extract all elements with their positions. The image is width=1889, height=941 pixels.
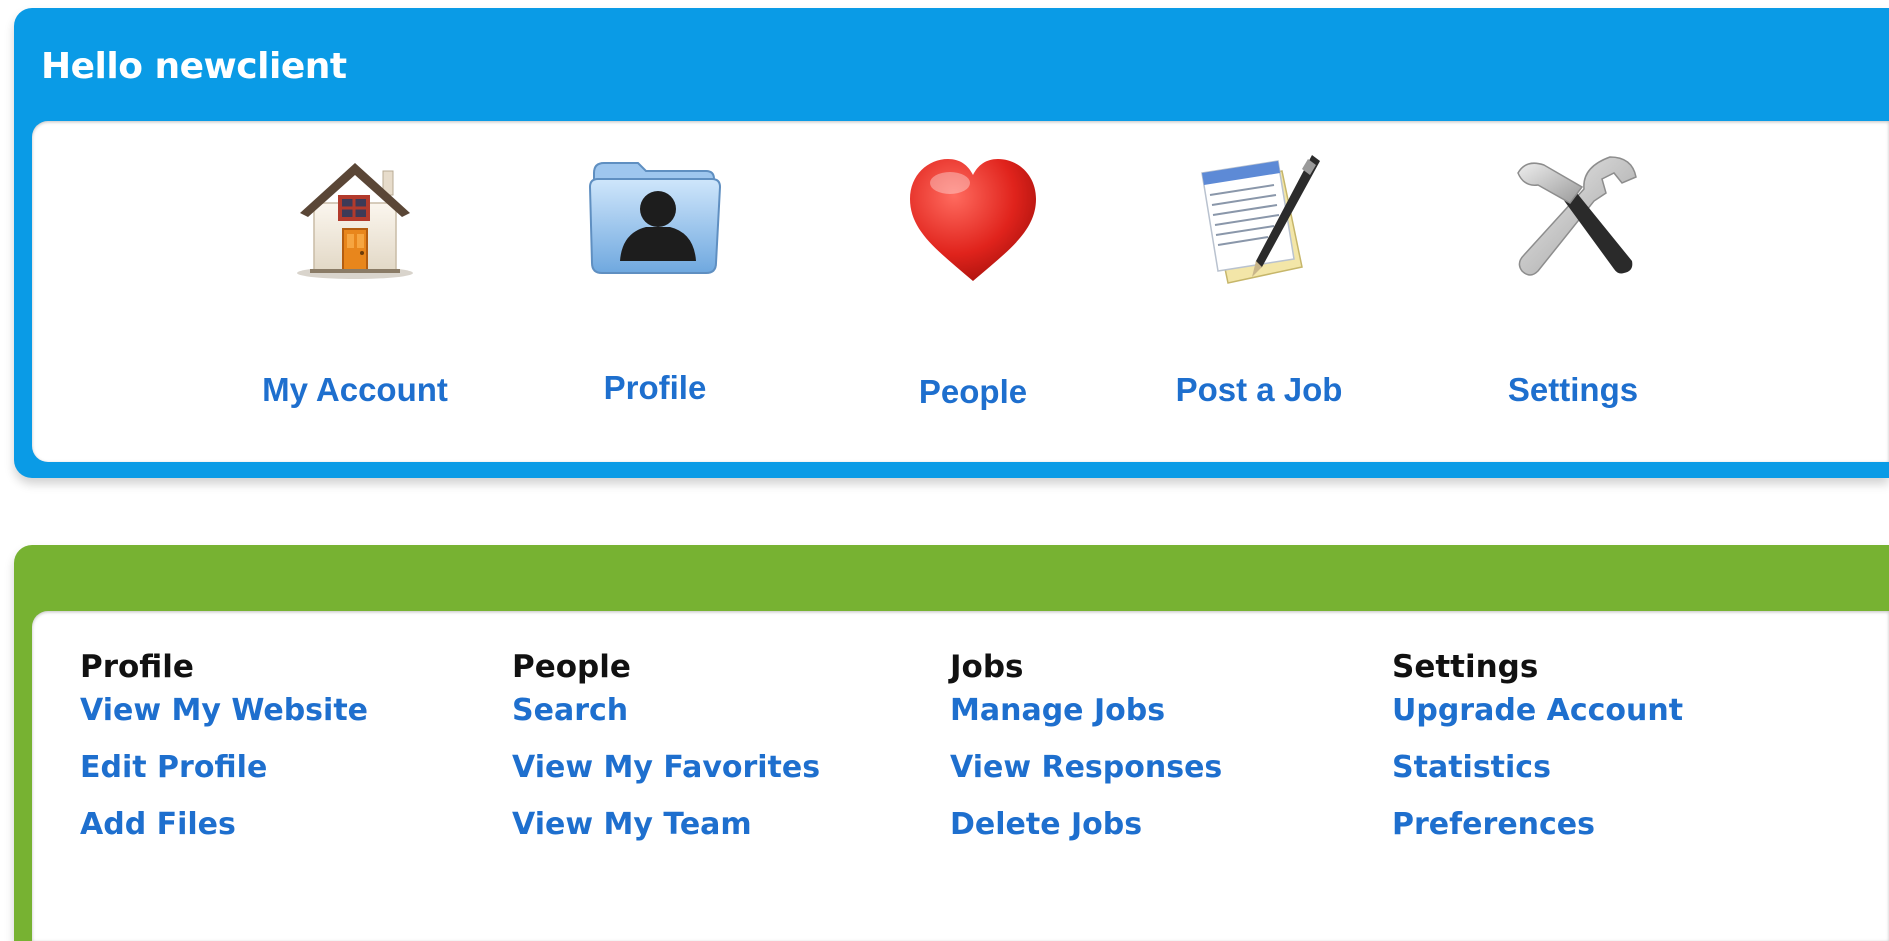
heart-icon xyxy=(910,159,1036,281)
nav-people[interactable]: People xyxy=(843,121,1103,462)
links-panel: Profile View My Website Edit Profile Add… xyxy=(14,545,1889,941)
link-statistics[interactable]: Statistics xyxy=(1392,750,1683,785)
profile-folder-icon xyxy=(588,162,722,274)
column-settings: Settings Upgrade Account Statistics Pref… xyxy=(1392,649,1683,864)
link-preferences[interactable]: Preferences xyxy=(1392,807,1683,842)
nav-label: Profile xyxy=(603,369,707,406)
nav-settings[interactable]: Settings xyxy=(1443,121,1703,462)
column-people: People Search View My Favorites View My … xyxy=(512,649,820,864)
links-container: Profile View My Website Edit Profile Add… xyxy=(32,611,1889,941)
nav-profile[interactable]: Profile xyxy=(525,121,785,462)
nav-my-account[interactable]: My Account xyxy=(225,121,485,462)
nav-label: My Account xyxy=(262,371,448,408)
column-heading: People xyxy=(512,649,631,685)
nav-label: People xyxy=(918,373,1028,410)
link-view-responses[interactable]: View Responses xyxy=(950,750,1222,785)
link-add-files[interactable]: Add Files xyxy=(80,807,368,842)
document-pen-icon xyxy=(1201,155,1320,284)
nav-label: Settings xyxy=(1507,371,1639,408)
link-view-my-website[interactable]: View My Website xyxy=(80,693,368,728)
column-heading: Jobs xyxy=(950,649,1024,685)
column-jobs: Jobs Manage Jobs View Responses Delete J… xyxy=(950,649,1222,864)
tools-icon xyxy=(1517,156,1637,276)
column-profile: Profile View My Website Edit Profile Add… xyxy=(80,649,368,864)
column-heading: Settings xyxy=(1392,649,1539,685)
link-edit-profile[interactable]: Edit Profile xyxy=(80,750,368,785)
link-upgrade-account[interactable]: Upgrade Account xyxy=(1392,693,1683,728)
greeting-title: Hello newclient xyxy=(41,46,347,87)
link-delete-jobs[interactable]: Delete Jobs xyxy=(950,807,1222,842)
nav-post-a-job[interactable]: Post a Job xyxy=(1129,121,1389,462)
link-search[interactable]: Search xyxy=(512,693,820,728)
link-view-my-team[interactable]: View My Team xyxy=(512,807,820,842)
link-view-my-favorites[interactable]: View My Favorites xyxy=(512,750,820,785)
link-manage-jobs[interactable]: Manage Jobs xyxy=(950,693,1222,728)
house-icon xyxy=(297,163,413,279)
column-heading: Profile xyxy=(80,649,194,685)
quick-nav-panel: Hello newclient My Account Profile Peopl… xyxy=(14,8,1889,478)
quick-nav-bar: My Account Profile People Post a Job Set… xyxy=(32,121,1889,462)
nav-label: Post a Job xyxy=(1175,371,1343,408)
